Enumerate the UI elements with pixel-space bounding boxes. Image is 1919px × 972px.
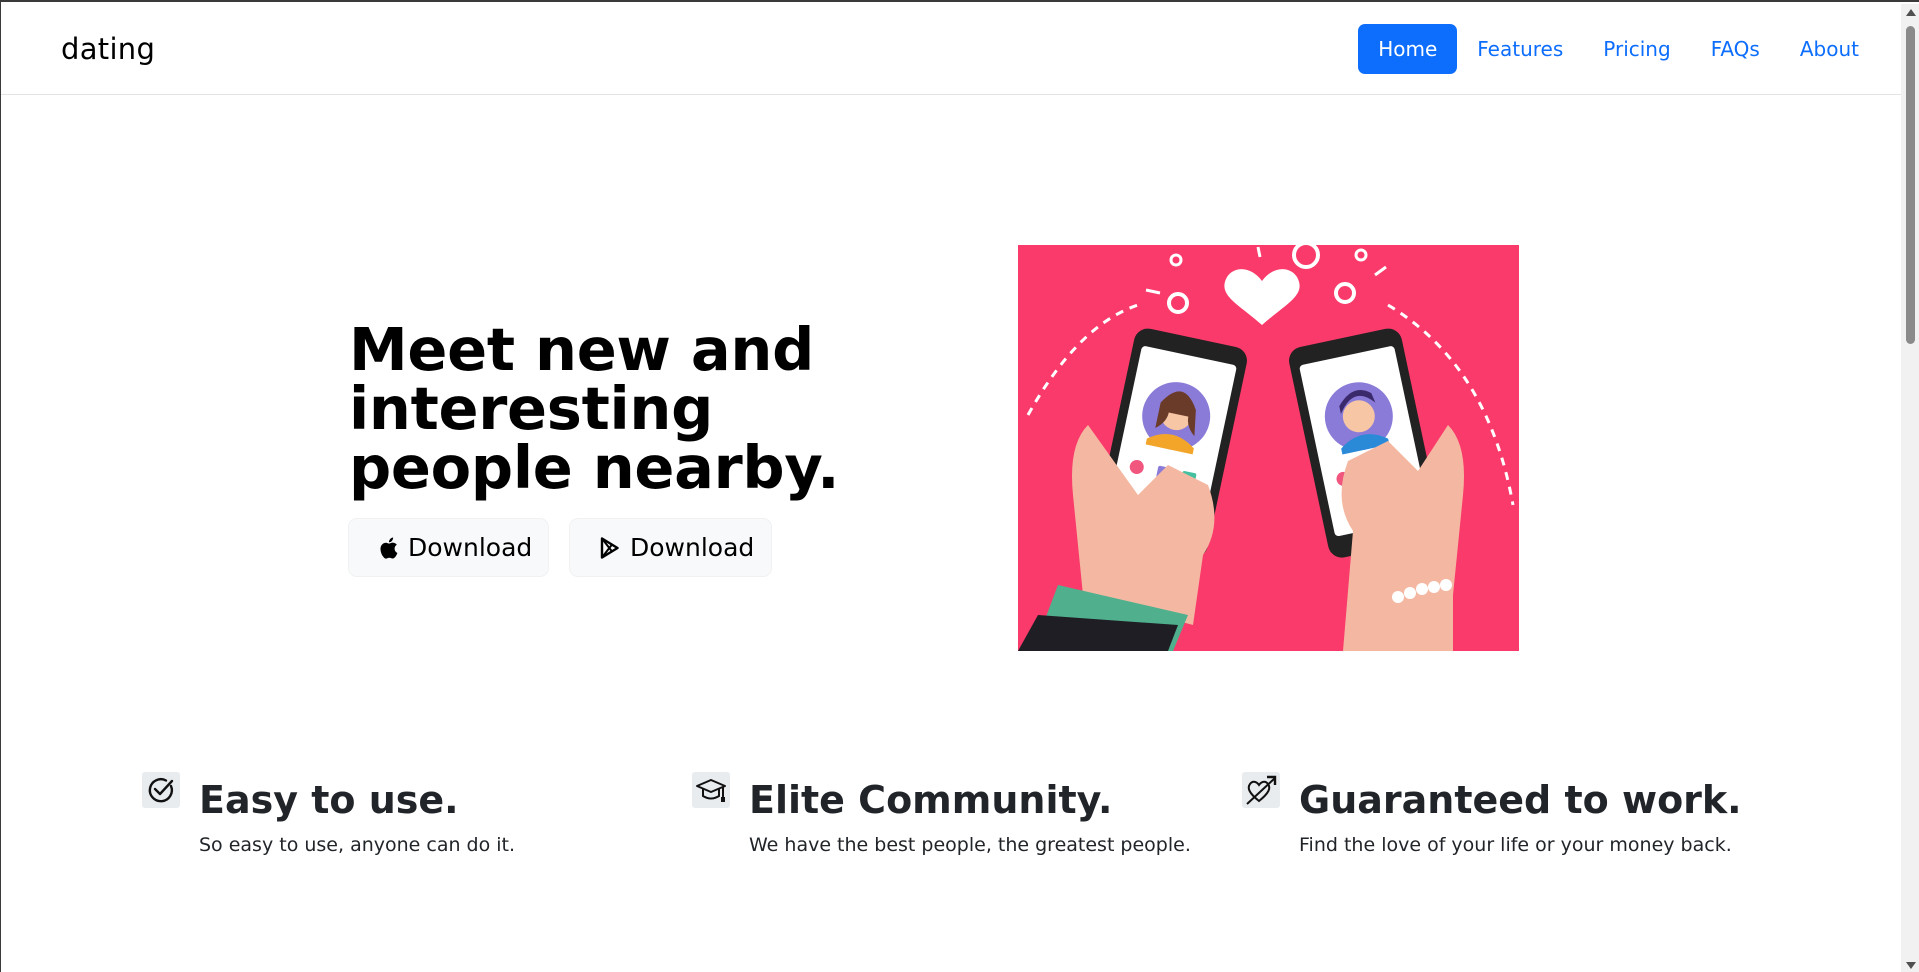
scroll-up-arrow-icon[interactable] bbox=[1901, 4, 1919, 21]
heart-arrow-icon bbox=[1242, 772, 1280, 808]
hero-title: Meet new and interesting people nearby. bbox=[349, 315, 840, 502]
download-android-label: Download bbox=[630, 533, 755, 562]
nav-link-pricing[interactable]: Pricing bbox=[1583, 24, 1690, 74]
nav-link-faqs[interactable]: FAQs bbox=[1691, 24, 1780, 74]
navbar: dating Home Features Pricing FAQs About bbox=[1, 4, 1901, 95]
google-play-icon bbox=[600, 536, 620, 559]
feature-description: So easy to use, anyone can do it. bbox=[199, 834, 516, 856]
page: dating Home Features Pricing FAQs About … bbox=[1, 4, 1901, 972]
feature-title: Elite Community. bbox=[749, 778, 1113, 822]
nav-link-home[interactable]: Home bbox=[1358, 24, 1458, 74]
brand-logo[interactable]: dating bbox=[61, 32, 155, 66]
feature-title: Easy to use. bbox=[199, 778, 459, 822]
graduation-cap-icon bbox=[692, 772, 730, 808]
feature-description: Find the love of your life or your money… bbox=[1299, 834, 1732, 856]
download-ios-button[interactable]: Download bbox=[348, 518, 549, 577]
two-phones-dating-illustration bbox=[1018, 245, 1519, 651]
feature-title: Guaranteed to work. bbox=[1299, 778, 1742, 822]
page-scrollbar[interactable] bbox=[1901, 4, 1919, 972]
nav-link-about[interactable]: About bbox=[1780, 24, 1879, 74]
scrollbar-thumb[interactable] bbox=[1906, 26, 1915, 344]
feature-description: We have the best people, the greatest pe… bbox=[749, 834, 1191, 856]
hero-illustration bbox=[1018, 245, 1519, 651]
download-android-button[interactable]: Download bbox=[569, 518, 772, 577]
nav-link-features[interactable]: Features bbox=[1457, 24, 1583, 74]
apple-icon bbox=[379, 537, 398, 559]
download-ios-label: Download bbox=[408, 533, 533, 562]
check-circle-icon bbox=[142, 772, 180, 808]
scroll-down-arrow-icon[interactable] bbox=[1901, 957, 1919, 972]
nav-menu: Home Features Pricing FAQs About bbox=[1358, 24, 1879, 74]
